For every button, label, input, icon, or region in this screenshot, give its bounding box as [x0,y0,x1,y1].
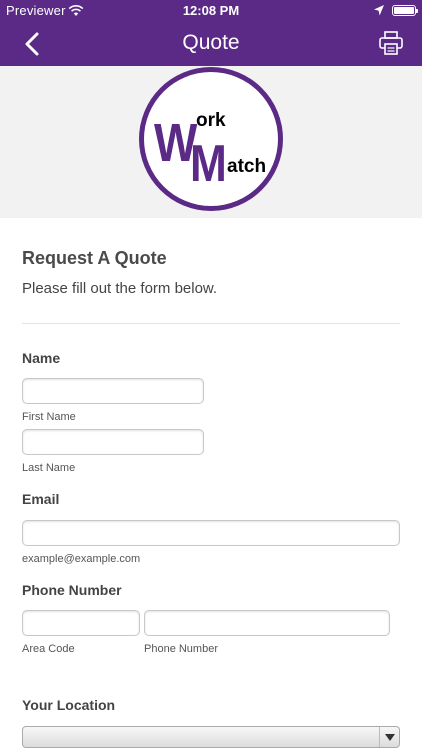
logo-text-ork: ork [196,110,226,131]
phone-number-input[interactable] [144,610,390,636]
status-bar: Previewer 12:08 PM [0,0,422,22]
divider [22,323,400,324]
logo-letter-m: M [190,135,227,193]
form-heading: Request A Quote [22,248,167,268]
location-select[interactable] [22,726,400,748]
dropdown-arrow-icon [379,727,399,747]
phone-label: Phone Number [22,582,122,598]
first-name-sublabel: First Name [22,411,76,423]
logo-letter-w: W [154,113,197,173]
name-label: Name [22,350,61,366]
printer-icon[interactable] [378,30,404,56]
location-label: Your Location [22,697,116,713]
last-name-sublabel: Last Name [22,462,76,474]
nav-bar: Quote [0,22,422,66]
area-code-sublabel: Area Code [22,643,75,655]
email-input[interactable] [22,520,400,546]
quote-form: Request A Quote Please fill out the form… [0,218,422,750]
phone-number-sublabel: Phone Number [144,643,218,655]
battery-icon [392,5,418,16]
area-code-input[interactable] [22,610,140,636]
last-name-input[interactable] [22,429,204,455]
page-title: Quote [182,31,240,54]
email-sublabel: example@example.com [22,553,141,565]
form-subheading: Please fill out the form below. [22,280,218,297]
first-name-input[interactable] [22,378,204,404]
clock: 12:08 PM [182,3,240,18]
logo-banner: W M ork atch [0,66,422,218]
email-label: Email [22,491,60,507]
logo-text-atch: atch [227,156,267,177]
location-arrow-icon [374,5,384,16]
workmatch-logo: W M ork atch [139,67,283,211]
